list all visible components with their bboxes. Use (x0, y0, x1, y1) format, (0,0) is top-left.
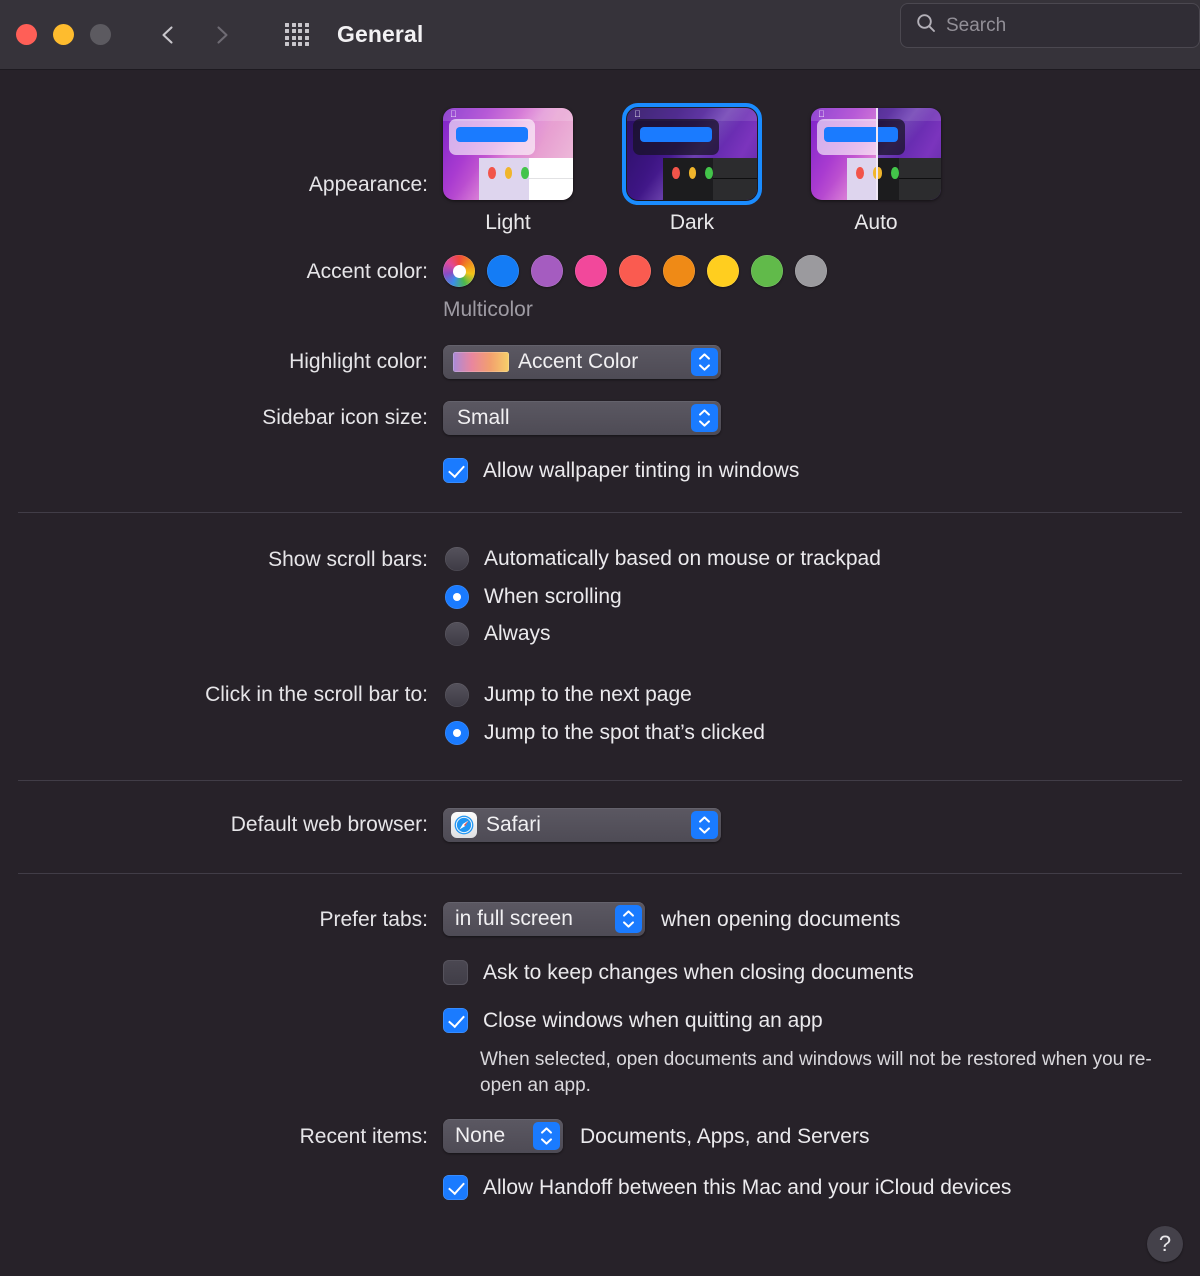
default-web-browser-label: Default web browser: (230, 813, 428, 836)
help-button[interactable]: ? (1147, 1226, 1183, 1262)
appearance-option-dark[interactable]:  Dark (622, 103, 762, 235)
scrollbar-option-automatic-label: Automatically based on mouse or trackpad (484, 547, 881, 570)
sidebar-icon-size-popup[interactable]: Small (443, 401, 721, 435)
scrollbar-option-always-label: Always (484, 622, 551, 645)
back-icon[interactable] (157, 24, 179, 46)
click-scrollbar-radio-next-page[interactable] (445, 683, 469, 707)
show-scroll-bars-label: Show scroll bars: (268, 548, 428, 571)
prefer-tabs-value: in full screen (455, 907, 573, 930)
default-web-browser-popup[interactable]: Safari (443, 808, 721, 842)
click-scrollbar-option-next-page[interactable]: Jump to the next page (445, 683, 692, 707)
search-field[interactable]: Search (900, 3, 1200, 48)
scrollbar-radio-always[interactable] (445, 622, 469, 646)
handoff-row[interactable]: Allow Handoff between this Mac and your … (443, 1175, 1011, 1200)
wallpaper-tinting-row[interactable]: Allow wallpaper tinting in windows (443, 458, 799, 483)
click-scrollbar-radio-spot-clicked[interactable] (445, 721, 469, 745)
ask-keep-changes-label: Ask to keep changes when closing documen… (483, 960, 914, 984)
highlight-color-popup[interactable]: Accent Color (443, 345, 721, 379)
highlight-gradient-swatch (453, 352, 509, 372)
scrollbar-option-automatic[interactable]: Automatically based on mouse or trackpad (445, 547, 881, 571)
appearance-label: Appearance: (308, 173, 428, 196)
apple-logo-icon:  (634, 110, 641, 119)
sidebar-icon-size-label: Sidebar icon size: (262, 406, 428, 429)
recent-items-suffix: Documents, Apps, and Servers (580, 1125, 870, 1148)
recent-items-value: None (455, 1124, 506, 1147)
window-titlebar: General Search (0, 0, 1200, 70)
highlight-color-value: Accent Color (518, 350, 639, 373)
section-divider (18, 873, 1182, 874)
section-divider (18, 512, 1182, 513)
scrollbar-radio-when-scrolling[interactable] (445, 585, 469, 609)
zoom-button[interactable] (90, 24, 111, 45)
accent-color-selected-name: Multicolor (443, 298, 533, 321)
page-title: General (337, 21, 424, 47)
search-icon (915, 12, 937, 39)
traffic-lights (16, 24, 111, 45)
prefer-tabs-suffix: when opening documents (661, 908, 901, 931)
chevron-updown-icon[interactable] (691, 348, 718, 376)
minimize-button[interactable] (53, 24, 74, 45)
scrollbar-option-when-scrolling-label: When scrolling (484, 585, 622, 608)
chevron-updown-icon[interactable] (691, 404, 718, 432)
appearance-thumbnail-dark:  (622, 103, 762, 205)
close-windows-quitting-label: Close windows when quitting an app (483, 1008, 823, 1032)
accent-swatch-red[interactable] (619, 255, 651, 287)
recent-items-label: Recent items: (299, 1125, 428, 1148)
close-button[interactable] (16, 24, 37, 45)
scrollbar-option-when-scrolling[interactable]: When scrolling (445, 585, 622, 609)
sidebar-icon-size-value: Small (457, 406, 510, 429)
accent-color-swatches (443, 255, 827, 287)
close-windows-quitting-row[interactable]: Close windows when quitting an app (443, 1008, 823, 1033)
close-windows-help-text: When selected, open documents and window… (480, 1049, 1152, 1096)
appearance-caption-light: Light (485, 211, 531, 234)
appearance-caption-dark: Dark (669, 211, 715, 234)
handoff-label: Allow Handoff between this Mac and your … (483, 1175, 1012, 1199)
accent-swatch-blue[interactable] (487, 255, 519, 287)
accent-color-label: Accent color: (306, 260, 428, 283)
wallpaper-tinting-checkbox[interactable] (443, 458, 468, 483)
accent-swatch-yellow[interactable] (707, 255, 739, 287)
prefer-tabs-popup[interactable]: in full screen (443, 902, 645, 936)
accent-swatch-pink[interactable] (575, 255, 607, 287)
forward-icon[interactable] (211, 24, 233, 46)
click-scrollbar-option-spot-clicked-label: Jump to the spot that’s clicked (484, 721, 765, 744)
recent-items-popup[interactable]: None (443, 1119, 563, 1153)
appearance-thumbnail-auto:   (811, 108, 941, 200)
handoff-checkbox[interactable] (443, 1175, 468, 1200)
accent-swatch-purple[interactable] (531, 255, 563, 287)
close-windows-quitting-checkbox[interactable] (443, 1008, 468, 1033)
highlight-color-label: Highlight color: (289, 350, 428, 373)
wallpaper-tinting-label: Allow wallpaper tinting in windows (483, 458, 800, 482)
scrollbar-option-always[interactable]: Always (445, 622, 551, 646)
appearance-option-auto[interactable]:   (811, 108, 941, 235)
prefer-tabs-label: Prefer tabs: (319, 908, 428, 931)
auto-dark-half:  (876, 108, 941, 200)
ask-keep-changes-row[interactable]: Ask to keep changes when closing documen… (443, 960, 914, 985)
chevron-updown-icon[interactable] (691, 811, 718, 839)
click-scrollbar-option-next-page-label: Jump to the next page (484, 683, 692, 706)
click-scrollbar-option-spot-clicked[interactable]: Jump to the spot that’s clicked (445, 721, 765, 745)
accent-swatch-multicolor[interactable] (443, 255, 475, 287)
section-divider (18, 780, 1182, 781)
appearance-options:  Light  Dark (443, 103, 941, 235)
ask-keep-changes-checkbox[interactable] (443, 960, 468, 985)
accent-swatch-graphite[interactable] (795, 255, 827, 287)
show-all-grid-icon[interactable] (283, 21, 311, 49)
default-web-browser-value: Safari (486, 813, 541, 836)
accent-swatch-green[interactable] (751, 255, 783, 287)
chevron-updown-icon[interactable] (533, 1122, 560, 1150)
auto-light-half:  (811, 108, 876, 200)
preferences-content: Appearance:  Light  (0, 70, 1200, 1276)
appearance-thumbnail-light:  (443, 108, 573, 200)
click-scroll-bar-label: Click in the scroll bar to: (205, 683, 428, 706)
chevron-updown-icon[interactable] (615, 905, 642, 933)
safari-compass-icon (451, 812, 477, 838)
search-placeholder: Search (946, 14, 1007, 36)
appearance-option-light[interactable]:  Light (443, 108, 573, 235)
scrollbar-radio-automatic[interactable] (445, 547, 469, 571)
navigation-arrows (157, 24, 233, 46)
appearance-caption-auto: Auto (854, 211, 898, 234)
apple-logo-icon:  (450, 110, 457, 119)
accent-swatch-orange[interactable] (663, 255, 695, 287)
